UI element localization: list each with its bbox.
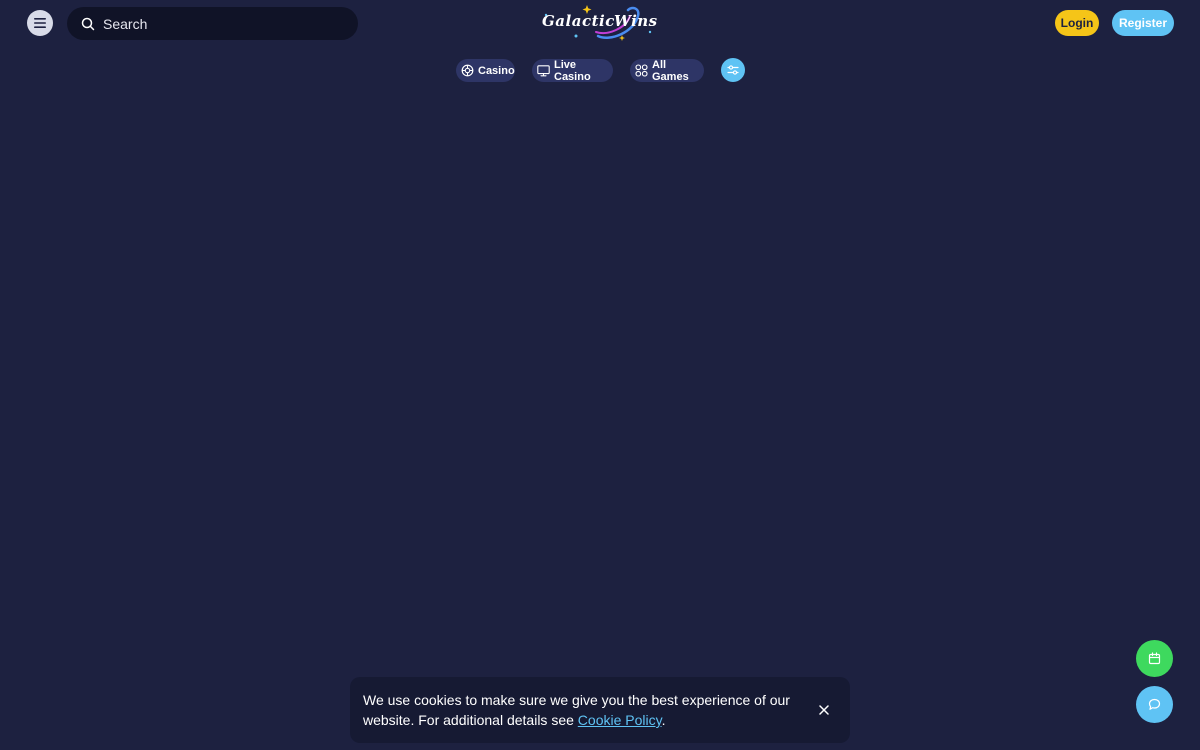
search-icon <box>81 17 95 31</box>
page: Galactic Wins Login Register Casino L <box>0 0 1200 750</box>
globe-icon <box>461 64 474 77</box>
category-live-casino-label: Live Casino <box>554 58 591 83</box>
logo-text-right: Wins <box>614 12 658 30</box>
cookie-policy-link[interactable]: Cookie Policy <box>578 712 662 728</box>
cookie-banner: We use cookies to make sure we give you … <box>350 677 850 743</box>
sliders-icon <box>727 65 739 75</box>
login-button[interactable]: Login <box>1055 10 1099 36</box>
grid-icon <box>635 64 648 77</box>
logo[interactable]: Galactic Wins <box>538 2 662 44</box>
category-casino-label: Casino <box>478 64 515 77</box>
logo-text-left: Galactic <box>542 12 615 30</box>
close-icon <box>819 705 829 715</box>
cookie-suffix: . <box>661 712 666 728</box>
gift-button[interactable] <box>1136 640 1173 677</box>
category-live-casino[interactable]: Live Casino <box>532 58 613 83</box>
category-all-games-label: All Games <box>652 58 689 83</box>
menu-button[interactable] <box>27 10 53 36</box>
hamburger-icon <box>34 18 46 28</box>
cookie-text: We use cookies to make sure we give you … <box>363 692 790 728</box>
chat-icon <box>1148 698 1161 710</box>
chat-button[interactable] <box>1136 686 1173 723</box>
live-tv-icon <box>537 64 550 77</box>
gift-icon <box>1148 652 1161 665</box>
search-bar[interactable] <box>67 7 358 40</box>
cookie-close-button[interactable] <box>816 702 832 718</box>
category-all-games[interactable]: All Games <box>630 58 704 83</box>
register-button[interactable]: Register <box>1112 10 1174 36</box>
filter-button[interactable] <box>721 58 745 82</box>
category-casino[interactable]: Casino <box>456 59 515 82</box>
search-input[interactable] <box>101 14 341 33</box>
